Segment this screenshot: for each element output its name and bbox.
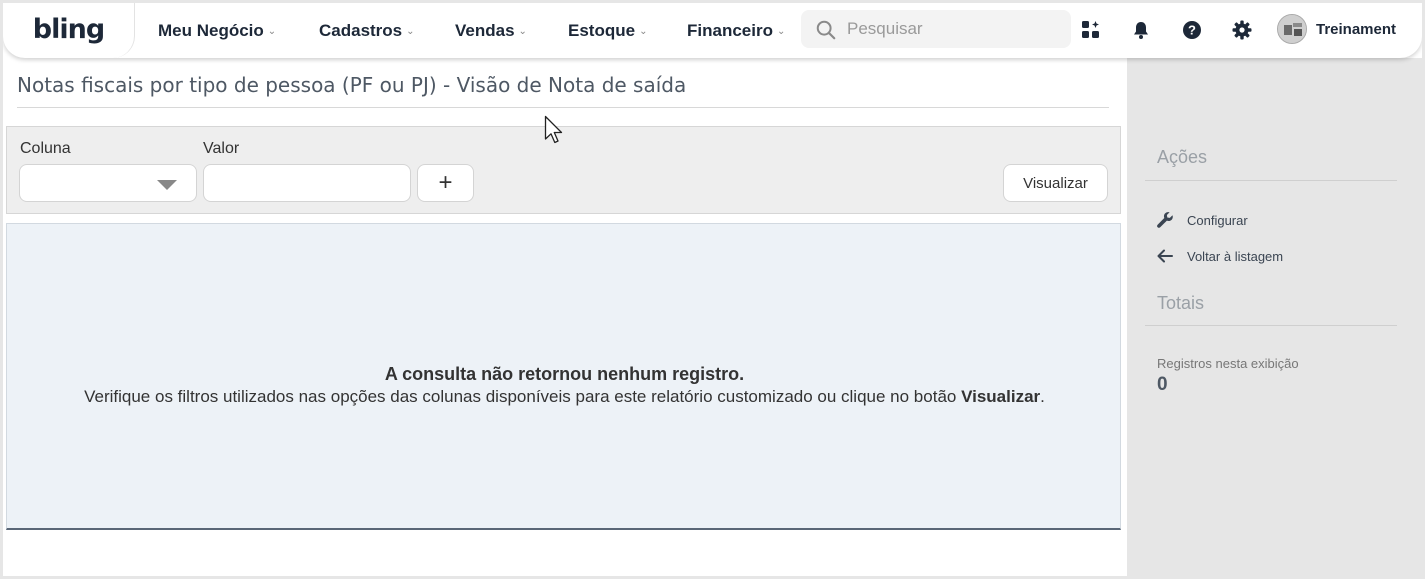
chevron-down-icon: ⌄ [639, 26, 648, 37]
chevron-down-icon: ⌄ [518, 26, 527, 37]
search-input[interactable] [847, 10, 1062, 48]
records-label: Registros nesta exibição [1157, 356, 1299, 371]
help-icon[interactable]: ? [1181, 19, 1203, 41]
page-title: Notas fiscais por tipo de pessoa (PF ou … [17, 73, 687, 97]
mouse-cursor-icon [544, 115, 563, 144]
nav-label: Meu Negócio [158, 20, 264, 40]
arrow-left-icon [1155, 246, 1175, 266]
bling-logo[interactable]: bling [33, 14, 105, 45]
empty-state-message-emphasis: Visualizar [961, 387, 1041, 406]
app-window: bling Meu Negócio ⌄ Cadastros ⌄ Vendas ⌄… [3, 3, 1422, 576]
apps-icon[interactable] [1080, 19, 1102, 41]
column-label: Coluna [20, 140, 71, 157]
column-select[interactable] [19, 164, 197, 202]
search-box[interactable] [801, 10, 1071, 48]
caret-down-icon [157, 180, 177, 190]
empty-state-message-end: . [1040, 387, 1045, 406]
totals-heading: Totais [1157, 293, 1205, 313]
nav-label: Financeiro [687, 20, 773, 40]
user-name[interactable]: Treinament [1316, 21, 1396, 38]
empty-state-message: Verifique os filtros utilizados nas opçõ… [7, 387, 1122, 407]
gear-icon[interactable] [1231, 19, 1253, 41]
nav-label: Estoque [568, 20, 636, 40]
actions-heading: Ações [1157, 147, 1208, 167]
nav-cadastros[interactable]: Cadastros ⌄ [319, 3, 415, 58]
svg-text:?: ? [1188, 23, 1196, 38]
nav-label: Cadastros [319, 20, 403, 40]
nav-meu-negocio[interactable]: Meu Negócio ⌄ [158, 3, 276, 58]
avatar[interactable] [1277, 14, 1307, 44]
divider [1145, 325, 1397, 326]
visualize-button[interactable]: Visualizar [1003, 164, 1108, 202]
back-to-list-label: Voltar à listagem [1187, 248, 1284, 264]
top-navbar: bling Meu Negócio ⌄ Cadastros ⌄ Vendas ⌄… [3, 3, 1422, 58]
chevron-down-icon: ⌄ [406, 26, 415, 37]
wrench-icon [1155, 210, 1175, 230]
nav-estoque[interactable]: Estoque ⌄ [568, 3, 647, 58]
divider [1145, 180, 1397, 181]
value-input[interactable] [203, 164, 411, 202]
right-sidebar: Ações Configurar Voltar à listagem Totai… [1127, 58, 1422, 576]
configure-label: Configurar [1187, 212, 1248, 228]
nav-financeiro[interactable]: Financeiro ⌄ [687, 3, 785, 58]
nav-label: Vendas [455, 20, 515, 40]
results-panel: A consulta não retornou nenhum registro.… [6, 223, 1121, 530]
logo-area[interactable]: bling [3, 3, 135, 58]
nav-vendas[interactable]: Vendas ⌄ [455, 3, 527, 58]
search-icon [816, 20, 836, 40]
chevron-down-icon: ⌄ [776, 26, 786, 37]
records-count: 0 [1157, 374, 1168, 395]
empty-state-message-text: Verifique os filtros utilizados nas opçõ… [84, 387, 962, 406]
configure-link[interactable]: Configurar [1155, 210, 1248, 230]
add-filter-button[interactable]: + [417, 164, 474, 202]
divider [17, 107, 1109, 108]
value-label: Valor [203, 140, 240, 157]
empty-state-title: A consulta não retornou nenhum registro. [384, 364, 745, 384]
back-to-list-link[interactable]: Voltar à listagem [1155, 246, 1283, 266]
bell-icon[interactable] [1130, 19, 1152, 41]
chevron-down-icon: ⌄ [267, 26, 277, 37]
